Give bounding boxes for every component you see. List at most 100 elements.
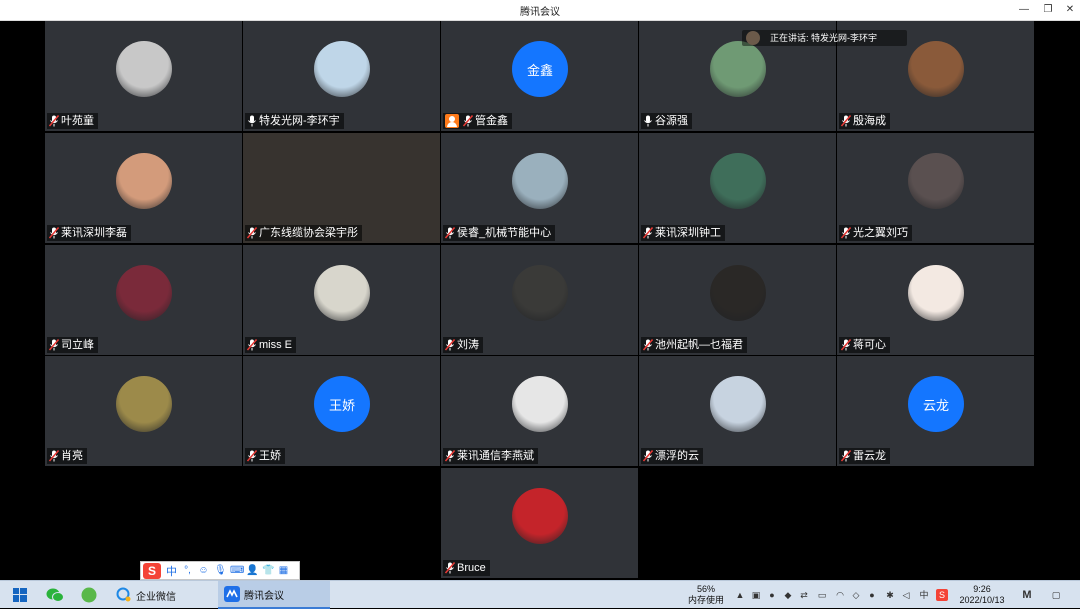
participant-name-bar: miss E [245, 337, 296, 353]
speaker-avatar [746, 31, 760, 45]
ime-toolbar[interactable]: S 中 °, ☺ 🎙 ⌨ 👤 👕 ▦ [140, 561, 300, 580]
wechat-taskbar-icon[interactable] [40, 581, 70, 609]
wifi-icon[interactable]: ◠ [834, 589, 846, 601]
notification-icon[interactable]: ▢ [1050, 589, 1062, 601]
clock[interactable]: 9:26 2022/10/13 [954, 581, 1010, 609]
participant-name: 雷云龙 [853, 450, 886, 462]
mic-icon [644, 115, 652, 127]
participant-tile[interactable]: Bruce [441, 468, 638, 578]
taskbar: 企业微信 腾讯会议 56% 内存使用 ▲ ▣ ● ◆ ⇄ ▭ ◠ ◇ ● ✱ ◁… [0, 580, 1080, 609]
participant-name-bar: 特发光网-李环宇 [245, 113, 344, 129]
participant-tile[interactable]: 蒋可心 [837, 245, 1034, 355]
participant-avatar [116, 265, 172, 321]
close-button[interactable]: ✕ [1062, 2, 1078, 18]
participant-name: 莱讯通信李燕斌 [457, 450, 534, 462]
participant-tile[interactable]: 云龙 雷云龙 [837, 356, 1034, 466]
taskbar-app-label: 腾讯会议 [244, 590, 284, 602]
screenshot-tray-icon[interactable]: ▣ [750, 589, 762, 601]
bluetooth-icon[interactable]: ✱ [884, 589, 896, 601]
participant-avatar: 王娇 [314, 376, 370, 432]
title-bar: 腾讯会议 — ❐ ✕ [0, 0, 1080, 21]
microphone-tray-icon[interactable]: ● [866, 589, 878, 601]
security-tray-icon[interactable]: ◇ [850, 589, 862, 601]
participant-name-bar: 管金鑫 [443, 113, 512, 129]
sync-tray-icon[interactable]: ⇄ [798, 589, 810, 601]
mic-muted-icon [247, 339, 257, 351]
participant-name: 莱讯深圳钟工 [655, 227, 721, 239]
ime-indicator[interactable]: 中 [918, 589, 930, 601]
taskbar-app-tencent-meeting[interactable]: 腾讯会议 [218, 581, 330, 609]
memory-usage[interactable]: 56% 内存使用 [684, 581, 728, 609]
mic-muted-icon [463, 115, 473, 127]
taskbar-app-wecom[interactable]: 企业微信 [110, 581, 214, 609]
keyboard-icon[interactable]: ⌨ [230, 565, 244, 576]
app-tray-icon[interactable]: ◆ [782, 589, 794, 601]
participant-name-bar: 漂浮的云 [641, 448, 703, 464]
participant-name: 漂浮的云 [655, 450, 699, 462]
participant-tile[interactable]: 池州起帆—乜福君 [639, 245, 836, 355]
participant-name-bar: 雷云龙 [839, 448, 890, 464]
participant-name-bar: 莱讯深圳李磊 [47, 225, 131, 241]
participant-tile[interactable]: 叶苑童 [45, 21, 242, 131]
memory-label: 内存使用 [687, 595, 724, 605]
participant-avatar [710, 153, 766, 209]
participant-tile[interactable]: 刘涛 [441, 245, 638, 355]
green-app-taskbar-icon[interactable] [76, 581, 102, 609]
sogou-tray-icon[interactable]: S [936, 589, 948, 601]
participant-name: 广东线缆协会梁宇彤 [259, 227, 358, 239]
skin-icon[interactable]: 👕 [262, 565, 274, 576]
participant-tile[interactable]: 广东线缆协会梁宇彤 [243, 133, 440, 243]
participant-tile[interactable]: 肖亮 [45, 356, 242, 466]
participant-name: 池州起帆—乜福君 [655, 339, 743, 351]
sogou-logo-icon[interactable]: S [143, 562, 161, 579]
participant-tile[interactable]: 特发光网-李环宇 [243, 21, 440, 131]
participant-avatar: 金鑫 [512, 41, 568, 97]
volume-muted-icon[interactable]: ◁ [900, 589, 912, 601]
participant-tile[interactable]: 莱讯深圳李磊 [45, 133, 242, 243]
speaking-label: 正在讲话: [770, 33, 809, 43]
wecom-icon [116, 587, 131, 602]
participant-tile[interactable]: 莱讯通信李燕斌 [441, 356, 638, 466]
restore-button[interactable]: ❐ [1040, 2, 1056, 18]
mic-muted-icon [49, 115, 59, 127]
logo-tray-icon[interactable]: M [1018, 589, 1036, 601]
toolbox-icon[interactable]: ▦ [278, 565, 289, 576]
mic-muted-icon [49, 450, 59, 462]
user-icon[interactable]: 👤 [246, 565, 258, 576]
mic-muted-icon [841, 115, 851, 127]
participant-name-bar: 莱讯通信李燕斌 [443, 448, 538, 464]
punctuation-icon[interactable]: °, [182, 565, 193, 576]
emoji-icon[interactable]: ☺ [198, 565, 209, 576]
participant-avatar [512, 153, 568, 209]
participant-tile[interactable]: 莱讯深圳钟工 [639, 133, 836, 243]
clock-date: 2022/10/13 [959, 595, 1005, 605]
ime-mode-label[interactable]: 中 [166, 563, 177, 579]
mic-muted-icon [49, 227, 59, 239]
participant-name: 管金鑫 [475, 115, 508, 127]
video-grid: 叶苑童 特发光网-李环宇 金鑫 管金鑫 谷源强 殷海成 莱讯深圳李磊 广东线缆协会梁宇彤 侯睿_… [0, 21, 1080, 579]
participant-tile[interactable]: 王娇 王娇 [243, 356, 440, 466]
tencent-meeting-tray-icon[interactable]: ▲ [734, 589, 746, 601]
participant-avatar [908, 41, 964, 97]
participant-tile[interactable]: 光之翼刘巧 [837, 133, 1034, 243]
participant-tile[interactable]: 漂浮的云 [639, 356, 836, 466]
participant-tile[interactable]: 金鑫管金鑫 [441, 21, 638, 131]
microphone-icon[interactable]: 🎙 [214, 565, 227, 576]
battery-icon[interactable]: ▭ [816, 589, 828, 601]
participant-avatar [710, 376, 766, 432]
participant-tile[interactable]: 侯睿_机械节能中心 [441, 133, 638, 243]
participant-avatar [512, 265, 568, 321]
participant-name: 特发光网-李环宇 [259, 115, 340, 127]
mic-muted-icon [445, 450, 455, 462]
participant-name: 光之翼刘巧 [853, 227, 908, 239]
minimize-button[interactable]: — [1016, 2, 1032, 18]
wechat-tray-icon[interactable]: ● [766, 589, 778, 601]
participant-avatar [908, 153, 964, 209]
participant-name: 殷海成 [853, 115, 886, 127]
start-button[interactable] [6, 581, 34, 609]
participant-tile[interactable]: miss E [243, 245, 440, 355]
participant-tile[interactable]: 司立峰 [45, 245, 242, 355]
speaking-indicator: 正在讲话: 特发光网-李环宇 [742, 30, 908, 46]
mic-muted-icon [445, 562, 455, 574]
mic-muted-icon [49, 339, 59, 351]
